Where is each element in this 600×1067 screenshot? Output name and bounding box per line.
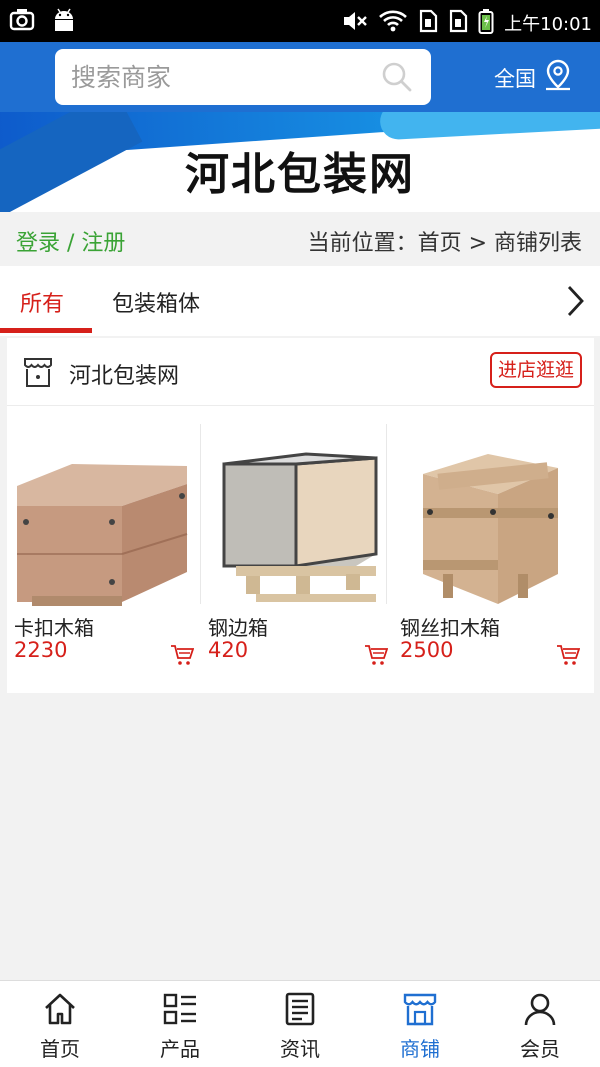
search-icon[interactable]: [381, 61, 413, 97]
product-item[interactable]: 钢丝扣木箱 2500: [393, 424, 586, 684]
grid-list-icon: [162, 991, 198, 1027]
user-icon: [522, 991, 558, 1027]
nav-member-label: 会员: [520, 1037, 560, 1061]
android-icon: [50, 6, 78, 38]
product-name[interactable]: 钢丝扣木箱: [400, 612, 500, 641]
search-box[interactable]: [55, 49, 431, 105]
home-icon: [42, 991, 78, 1027]
news-icon: [282, 991, 318, 1027]
product-price: 2500: [400, 638, 454, 662]
nav-member[interactable]: 会员: [480, 981, 600, 1067]
tab-packaging-boxes[interactable]: 包装箱体: [112, 286, 200, 318]
nav-home-label: 首页: [40, 1037, 80, 1061]
nav-shops-label: 商铺: [400, 1037, 440, 1061]
login-register-link[interactable]: 登录 / 注册: [16, 225, 125, 257]
nav-home[interactable]: 首页: [0, 981, 120, 1067]
shop-card: 河北包装网 进店逛逛 卡扣木箱 2230 钢边箱 420 钢丝扣木箱 2500: [7, 338, 594, 693]
shop-name: 河北包装网: [69, 364, 180, 389]
region-label: 全国: [494, 66, 536, 91]
product-item[interactable]: 钢边箱 420: [201, 424, 394, 684]
product-list: 卡扣木箱 2230 钢边箱 420 钢丝扣木箱 2500: [7, 424, 594, 684]
product-image[interactable]: [12, 424, 197, 609]
cart-icon[interactable]: [556, 644, 581, 670]
active-tab-indicator: [0, 328, 92, 333]
clock: 上午10:01: [504, 14, 592, 35]
visit-shop-button[interactable]: 进店逛逛: [489, 352, 582, 388]
product-name[interactable]: 钢边箱: [208, 612, 268, 641]
site-title: 河北包装网: [185, 149, 415, 200]
category-tabs: 所有 包装箱体: [0, 266, 600, 336]
nav-news[interactable]: 资讯: [240, 981, 360, 1067]
camera-icon: [8, 6, 36, 38]
store-icon: [22, 355, 54, 393]
breadcrumb: 当前位置：首页 > 商铺列表: [307, 231, 582, 256]
bottom-navigation: 首页 产品 资讯 商铺 会员: [0, 980, 600, 1067]
cart-icon[interactable]: [364, 644, 389, 670]
location-pin-icon: [542, 58, 574, 97]
sim-icon: [418, 9, 438, 37]
chevron-right-icon[interactable]: [564, 284, 586, 322]
product-price: 2230: [14, 638, 68, 662]
tab-all[interactable]: 所有: [20, 286, 64, 318]
battery-icon: [478, 8, 494, 38]
shop-icon: [402, 991, 438, 1027]
product-price: 420: [208, 638, 249, 662]
banner-decoration: [379, 112, 600, 141]
nav-products[interactable]: 产品: [120, 981, 240, 1067]
top-header: 全国: [0, 42, 600, 112]
cart-icon[interactable]: [170, 644, 195, 670]
sim-icon: [448, 9, 468, 37]
status-bar: 上午10:01: [0, 0, 600, 42]
product-name[interactable]: 卡扣木箱: [14, 612, 94, 641]
product-divider: [386, 424, 387, 604]
nav-news-label: 资讯: [280, 1037, 320, 1061]
product-image[interactable]: [398, 424, 583, 609]
wifi-icon: [378, 9, 408, 37]
region-selector[interactable]: 全国: [494, 58, 574, 97]
nav-shops[interactable]: 商铺: [360, 981, 480, 1067]
mute-icon: [342, 9, 368, 37]
shop-header: 河北包装网 进店逛逛: [7, 338, 594, 406]
search-input[interactable]: [71, 59, 371, 95]
banner: 河北包装网: [0, 112, 600, 212]
login-bar: 登录 / 注册 当前位置：首页 > 商铺列表: [0, 212, 600, 266]
product-item[interactable]: 卡扣木箱 2230: [7, 424, 200, 684]
product-image[interactable]: [206, 424, 391, 609]
nav-products-label: 产品: [160, 1037, 200, 1061]
